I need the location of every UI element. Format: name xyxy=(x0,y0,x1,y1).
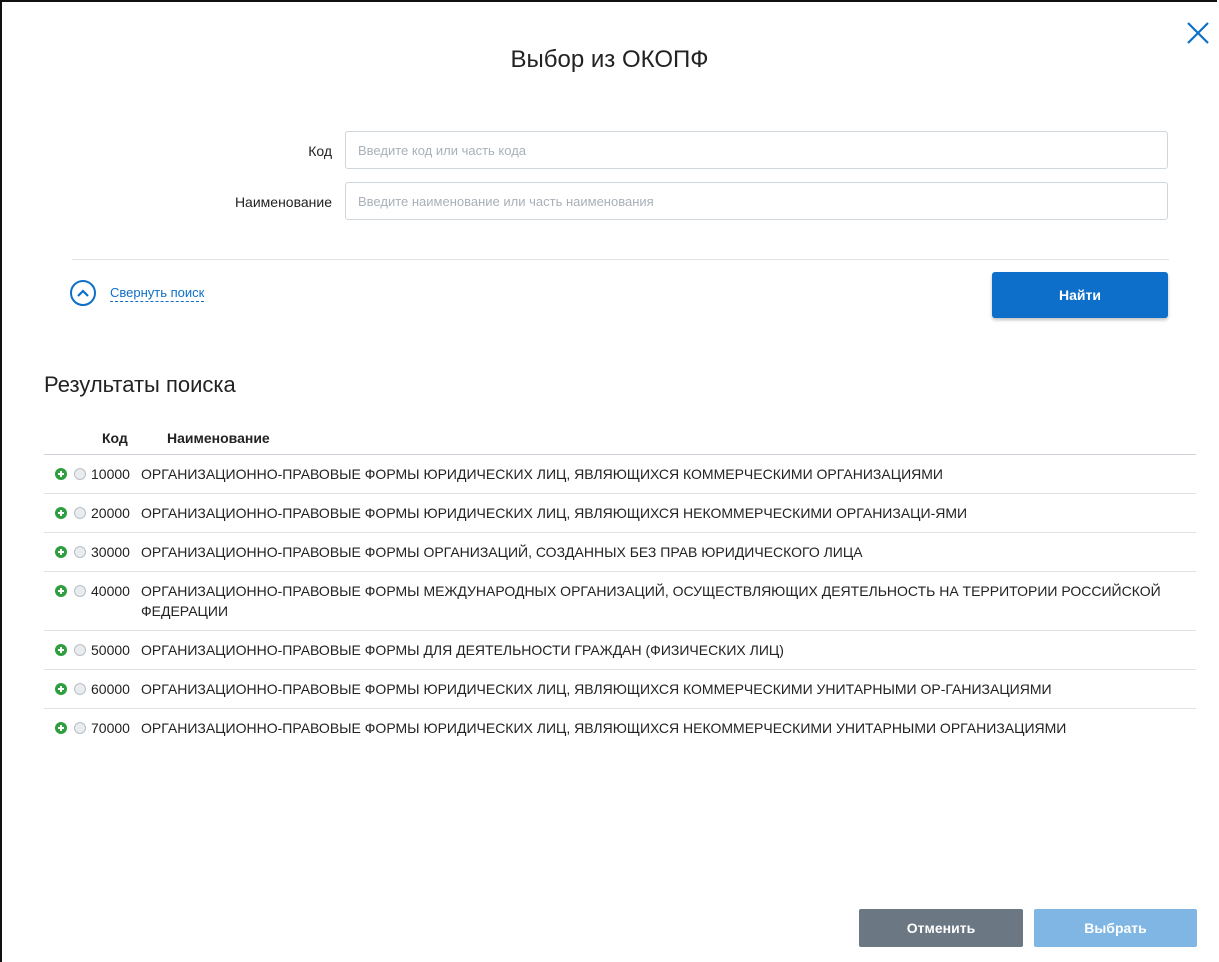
row-name: ОРГАНИЗАЦИОННО-ПРАВОВЫЕ ФОРМЫ МЕЖДУНАРОД… xyxy=(141,583,1161,619)
cancel-button[interactable]: Отменить xyxy=(859,909,1023,947)
table-body: 10000 ОРГАНИЗАЦИОННО-ПРАВОВЫЕ ФОРМЫ ЮРИДИ… xyxy=(44,455,1196,747)
row-code: 10000 xyxy=(91,466,130,482)
close-button[interactable] xyxy=(1183,18,1213,48)
row-code: 20000 xyxy=(91,505,130,521)
code-input[interactable] xyxy=(345,131,1168,169)
row-code: 60000 xyxy=(91,681,130,697)
results-table: Код Наименование 10000 ОРГАНИЗАЦИОННО-ПРА… xyxy=(44,422,1196,747)
row-radio[interactable] xyxy=(74,683,86,695)
dialog-title: Выбор из ОКОПФ xyxy=(510,46,709,73)
row-radio[interactable] xyxy=(74,644,86,656)
table-row[interactable]: 50000 ОРГАНИЗАЦИОННО-ПРАВОВЫЕ ФОРМЫ ДЛЯ Д… xyxy=(44,631,1196,670)
search-divider xyxy=(72,259,1169,260)
row-radio[interactable] xyxy=(74,546,86,558)
plus-circle-icon[interactable] xyxy=(55,683,67,695)
row-name: ОРГАНИЗАЦИОННО-ПРАВОВЫЕ ФОРМЫ ЮРИДИЧЕСКИ… xyxy=(141,466,943,482)
collapse-search-label: Свернуть поиск xyxy=(110,284,205,302)
table-row[interactable]: 70000 ОРГАНИЗАЦИОННО-ПРАВОВЫЕ ФОРМЫ ЮРИДИ… xyxy=(44,709,1196,747)
select-button[interactable]: Выбрать xyxy=(1034,909,1197,947)
plus-circle-icon[interactable] xyxy=(55,585,67,597)
row-name: ОРГАНИЗАЦИОННО-ПРАВОВЫЕ ФОРМЫ ДЛЯ ДЕЯТЕЛ… xyxy=(141,642,784,658)
row-radio[interactable] xyxy=(74,507,86,519)
plus-circle-icon[interactable] xyxy=(55,644,67,656)
row-code: 50000 xyxy=(91,642,130,658)
table-row[interactable]: 20000 ОРГАНИЗАЦИОННО-ПРАВОВЫЕ ФОРМЫ ЮРИДИ… xyxy=(44,494,1196,533)
plus-circle-icon[interactable] xyxy=(55,722,67,734)
row-radio[interactable] xyxy=(74,722,86,734)
name-label: Наименование xyxy=(234,194,332,210)
row-code: 30000 xyxy=(91,544,130,560)
row-radio[interactable] xyxy=(74,468,86,480)
table-row[interactable]: 40000 ОРГАНИЗАЦИОННО-ПРАВОВЫЕ ФОРМЫ МЕЖДУ… xyxy=(44,572,1196,631)
column-header-code: Код xyxy=(102,430,128,446)
row-name: ОРГАНИЗАЦИОННО-ПРАВОВЫЕ ФОРМЫ ЮРИДИЧЕСКИ… xyxy=(141,720,1067,736)
row-code: 70000 xyxy=(91,720,130,736)
row-name: ОРГАНИЗАЦИОННО-ПРАВОВЫЕ ФОРМЫ ЮРИДИЧЕСКИ… xyxy=(141,681,1052,697)
row-name: ОРГАНИЗАЦИОННО-ПРАВОВЫЕ ФОРМЫ ЮРИДИЧЕСКИ… xyxy=(141,505,968,521)
table-row[interactable]: 10000 ОРГАНИЗАЦИОННО-ПРАВОВЫЕ ФОРМЫ ЮРИДИ… xyxy=(44,455,1196,494)
column-header-name: Наименование xyxy=(167,430,270,446)
table-row[interactable]: 60000 ОРГАНИЗАЦИОННО-ПРАВОВЫЕ ФОРМЫ ЮРИДИ… xyxy=(44,670,1196,709)
plus-circle-icon[interactable] xyxy=(55,546,67,558)
chevron-up-circle-icon xyxy=(70,280,96,306)
name-input[interactable] xyxy=(345,182,1168,220)
plus-circle-icon[interactable] xyxy=(55,468,67,480)
row-name: ОРГАНИЗАЦИОННО-ПРАВОВЫЕ ФОРМЫ ОРГАНИЗАЦИ… xyxy=(141,544,863,560)
find-button[interactable]: Найти xyxy=(992,272,1168,318)
table-row[interactable]: 30000 ОРГАНИЗАЦИОННО-ПРАВОВЫЕ ФОРМЫ ОРГАН… xyxy=(44,533,1196,572)
close-icon xyxy=(1187,22,1209,44)
table-header: Код Наименование xyxy=(44,422,1196,455)
plus-circle-icon[interactable] xyxy=(55,507,67,519)
row-radio[interactable] xyxy=(74,585,86,597)
okopf-dialog: Выбор из ОКОПФ Код Наименование Свернуть… xyxy=(0,0,1217,962)
results-title: Результаты поиска xyxy=(44,372,236,397)
row-code: 40000 xyxy=(91,583,130,599)
collapse-search-link[interactable]: Свернуть поиск xyxy=(70,280,205,306)
code-label: Код xyxy=(308,143,332,159)
